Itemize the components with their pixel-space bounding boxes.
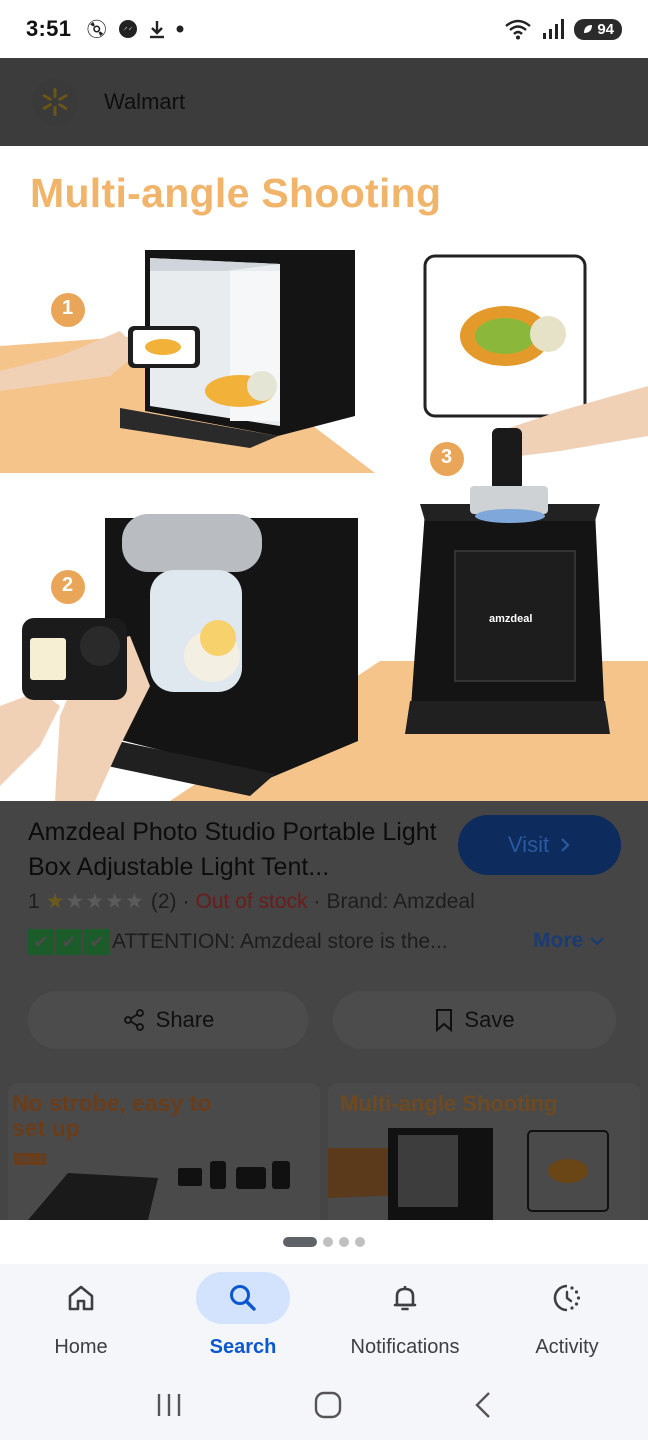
status-notification-icons: 💿︎ — [85, 19, 184, 40]
status-system-icons: 94 — [504, 18, 622, 40]
check-badges: ✔ ✔ ✔ — [28, 929, 110, 955]
download-icon — [150, 21, 165, 39]
recent-apps-icon[interactable] — [154, 1391, 184, 1419]
product-viewer: Walmart Multi-angle Shooting 1 2 3 amzde… — [0, 58, 648, 1220]
step-2-label: 2 — [62, 574, 74, 596]
attention-text: ATTENTION: Amzdeal store is the... — [112, 930, 448, 953]
image-thumbnails: No strobe, easy to set up Step 1 Multi-a… — [0, 1083, 648, 1220]
merchant-name: Walmart — [104, 89, 186, 114]
activity-icon — [553, 1284, 581, 1312]
nav-activity-icon-wrap — [520, 1272, 614, 1324]
home-icon — [68, 1285, 94, 1311]
chevron-right-icon — [561, 838, 570, 852]
step-1-label: 1 — [62, 297, 74, 319]
check-icon: ✔ — [28, 929, 54, 955]
home-button-icon[interactable] — [313, 1390, 343, 1420]
nav-home-icon-wrap — [34, 1272, 128, 1324]
nav-home[interactable]: Home — [0, 1264, 162, 1370]
nav-notifications-label: Notifications — [350, 1336, 460, 1358]
more-label: More — [533, 929, 584, 952]
nav-search-label: Search — [209, 1336, 277, 1358]
nav-search-icon-wrap — [196, 1272, 290, 1324]
brand-label: Brand: Amzdeal — [326, 889, 475, 913]
walmart-logo — [32, 79, 78, 125]
pager-dot[interactable] — [323, 1237, 333, 1247]
dot-icon — [176, 25, 184, 33]
rating-row: 1 ★★★★★ (2) · Out of stock · Brand: Amzd… — [28, 889, 475, 914]
save-button[interactable]: Save — [333, 991, 616, 1049]
system-navigation-bar — [0, 1370, 648, 1440]
save-label: Save — [464, 1007, 515, 1032]
visit-label: Visit — [507, 832, 550, 857]
nav-activity[interactable]: Activity — [486, 1264, 648, 1370]
messenger-icon — [119, 20, 138, 38]
rating-value: 1 — [28, 889, 40, 913]
battery-saver-icon — [584, 25, 593, 33]
product-illustration — [0, 250, 648, 801]
thumbnail-1-image — [28, 1161, 290, 1220]
step-3-label: 3 — [441, 446, 453, 468]
hero-title: Multi-angle Shooting — [30, 170, 442, 216]
thumbnail-1[interactable]: No strobe, easy to set up Step 1 — [8, 1083, 320, 1220]
thumbnail-2[interactable]: Multi-angle Shooting — [328, 1083, 640, 1220]
nav-home-label: Home — [54, 1336, 108, 1358]
merchant-header[interactable]: Walmart — [0, 58, 648, 146]
bixby-icon: 💿︎ — [85, 18, 109, 39]
pager-dot[interactable] — [355, 1237, 365, 1247]
separator-dot: · — [313, 889, 321, 913]
search-icon — [230, 1285, 256, 1311]
signal-icon — [543, 19, 565, 39]
nav-notifications[interactable]: Notifications — [324, 1264, 486, 1370]
battery-level: 94 — [597, 20, 614, 38]
star-rating: ★★★★★ — [45, 890, 145, 913]
nav-activity-label: Activity — [535, 1336, 599, 1358]
check-icon: ✔ — [56, 929, 82, 955]
description-snippet: ✔ ✔ ✔ ATTENTION: Amzdeal store is the... — [28, 929, 508, 955]
visit-button[interactable]: Visit — [458, 815, 621, 875]
share-button[interactable]: Share — [28, 991, 308, 1049]
chevron-down-icon — [590, 937, 604, 946]
spark-icon — [42, 88, 68, 116]
nav-notifications-icon-wrap — [358, 1272, 452, 1324]
share-label: Share — [155, 1007, 215, 1032]
battery-indicator: 94 — [574, 18, 622, 40]
product-image[interactable]: Multi-angle Shooting 1 2 3 amzdeal — [0, 146, 648, 801]
bell-icon — [393, 1286, 417, 1311]
status-bar: 3:51 💿︎ 94 — [0, 0, 648, 58]
product-title[interactable]: Amzdeal Photo Studio Portable Light Box … — [28, 815, 458, 885]
share-icon — [123, 1009, 144, 1031]
star-filled-icon: ★ — [45, 890, 66, 913]
bottom-navigation: Home Search Notifications Activity — [0, 1264, 648, 1370]
status-time: 3:51 — [26, 16, 72, 41]
image-pager — [0, 1220, 648, 1264]
wifi-icon — [505, 19, 532, 40]
more-button[interactable]: More — [533, 929, 605, 953]
thumbnail-2-image — [328, 1128, 609, 1220]
bookmark-icon — [436, 1009, 453, 1032]
pager-dot[interactable] — [339, 1237, 349, 1247]
product-info-panel: Amzdeal Photo Studio Portable Light Box … — [0, 801, 648, 1220]
check-icon: ✔ — [84, 929, 110, 955]
brand-mark: amzdeal — [489, 613, 533, 625]
review-count[interactable]: (2) — [151, 890, 177, 914]
stock-status: Out of stock — [195, 889, 308, 913]
nav-search[interactable]: Search — [162, 1264, 324, 1370]
separator-dot: · — [182, 889, 190, 913]
back-icon[interactable] — [472, 1390, 494, 1420]
pager-dot-active[interactable] — [283, 1237, 317, 1247]
